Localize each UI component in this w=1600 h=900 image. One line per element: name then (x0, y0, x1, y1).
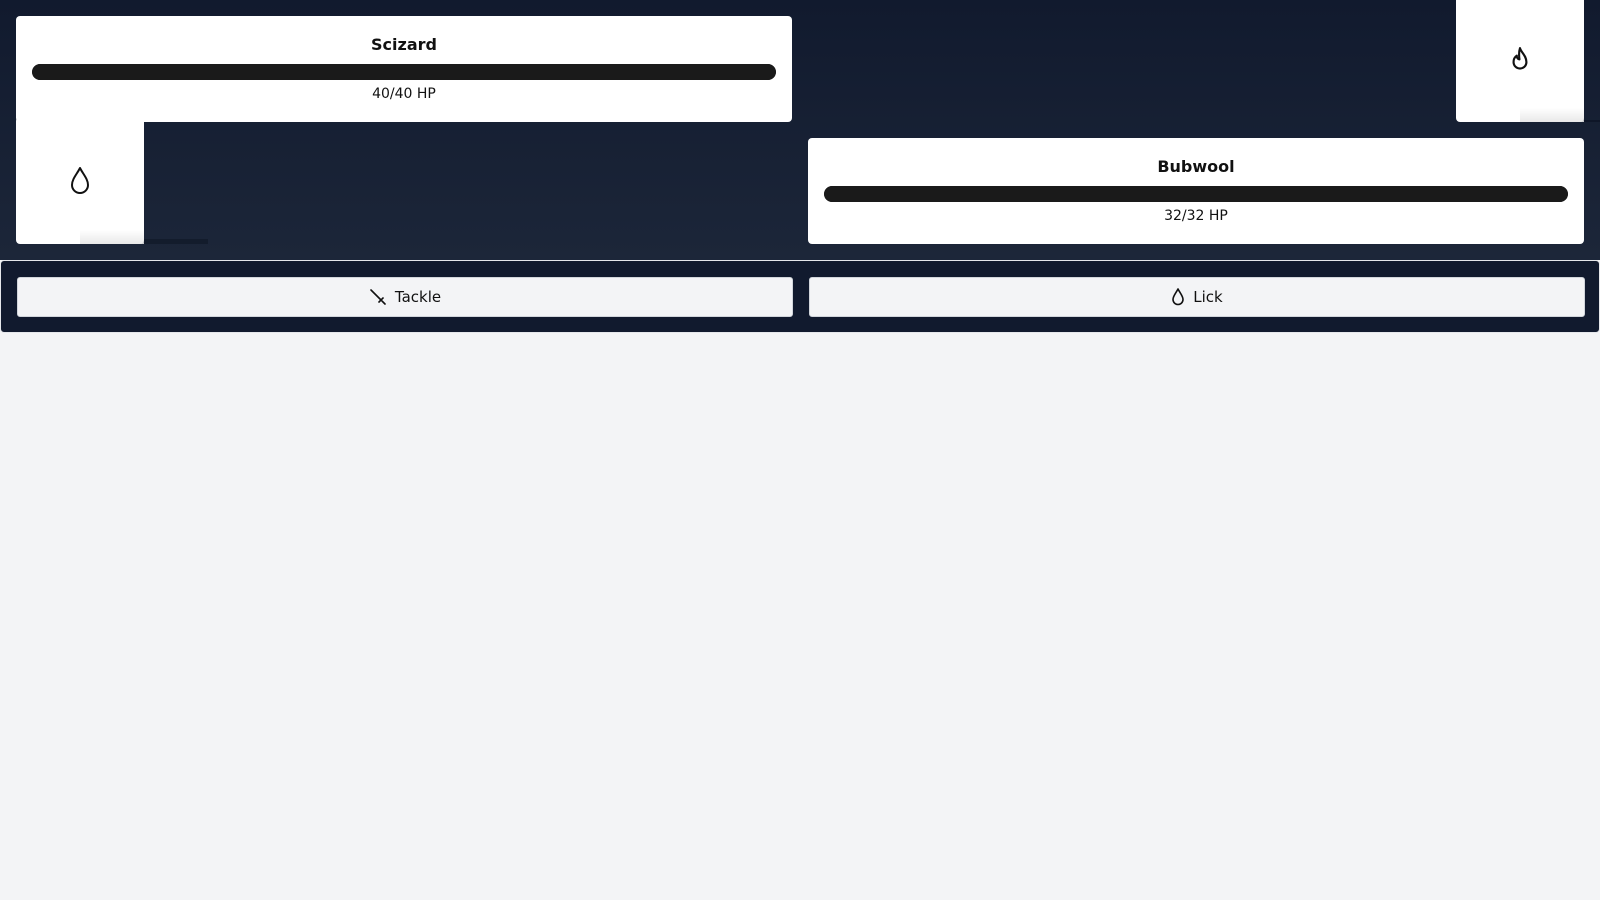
player-hp-fill (824, 186, 1568, 202)
enemy-hp-bar (32, 64, 776, 80)
player-shadow-edge (144, 239, 208, 244)
player-sprite (16, 117, 144, 244)
move-label: Tackle (394, 288, 442, 306)
player-name: Bubwool (1157, 157, 1235, 176)
enemy-hp-fill (32, 64, 776, 80)
sword-icon (370, 289, 386, 305)
player-hp-bar (824, 186, 1568, 202)
flame-icon (1512, 47, 1528, 70)
move-label: Lick (1193, 288, 1223, 306)
player-shadow (80, 230, 144, 244)
enemy-sprite (1456, 0, 1584, 122)
battle-field: Scizard 40/40 HP Bubwool 32/32 HP (0, 0, 1600, 260)
enemy-hp-text: 40/40 HP (372, 86, 436, 102)
player-status-card: Bubwool 32/32 HP (808, 138, 1584, 244)
droplet-icon (1172, 288, 1185, 306)
move-button-tackle[interactable]: Tackle (17, 277, 793, 317)
enemy-status-card: Scizard 40/40 HP (16, 16, 792, 122)
enemy-shadow (1520, 108, 1584, 122)
droplet-icon (71, 166, 89, 194)
enemy-shadow-edge (1584, 120, 1600, 122)
player-hp-text: 32/32 HP (1164, 208, 1228, 224)
move-panel: Tackle Lick (0, 260, 1600, 333)
move-button-lick[interactable]: Lick (809, 277, 1585, 317)
enemy-name: Scizard (371, 35, 437, 54)
